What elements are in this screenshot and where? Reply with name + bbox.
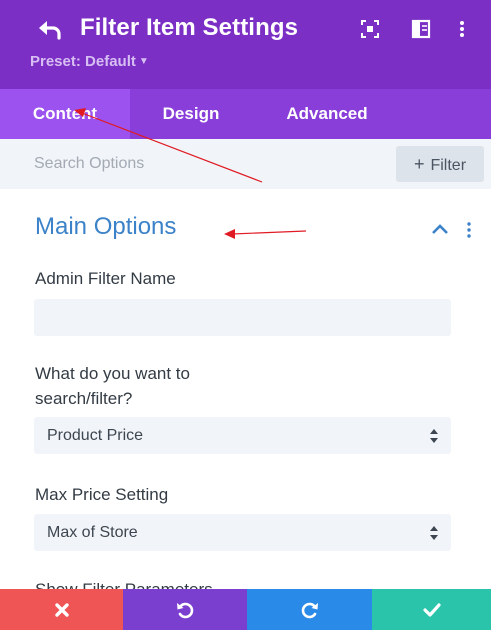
annotation-arrow <box>224 229 307 239</box>
max-price-label: Max Price Setting <box>35 485 169 504</box>
redo-button[interactable] <box>247 589 372 630</box>
redo-icon <box>301 602 318 618</box>
tab-design[interactable]: Design <box>130 89 252 139</box>
max-price-value: Max of Store <box>47 524 138 541</box>
section-more-icon[interactable] <box>467 222 471 238</box>
filter-button[interactable]: + Filter <box>396 146 484 182</box>
tab-advanced[interactable]: Advanced <box>252 89 402 139</box>
undo-button[interactable] <box>123 589 247 630</box>
admin-filter-name-label: Admin Filter Name <box>35 269 176 288</box>
search-filter-value: Product Price <box>47 427 144 444</box>
search-bar: + Filter <box>0 139 491 189</box>
search-filter-select[interactable]: Product Price <box>34 417 451 454</box>
tab-bar: Content Design Advanced <box>0 89 491 139</box>
back-arrow-icon[interactable] <box>36 16 62 42</box>
caret-down-icon: ▼ <box>138 56 149 67</box>
discard-button[interactable] <box>0 589 123 630</box>
expand-icon[interactable] <box>360 19 380 39</box>
search-filter-label-line1: What do you want to <box>35 364 190 383</box>
preset-selector[interactable]: Preset: Default ▼ <box>30 53 149 70</box>
sidebar-toggle-icon[interactable] <box>411 19 431 39</box>
action-bar <box>0 589 491 630</box>
search-input[interactable] <box>0 139 390 189</box>
search-filter-label-line2: search/filter? <box>35 389 133 408</box>
filter-button-label: Filter <box>430 157 467 174</box>
modal-header: Filter Item Settings Preset: Default ▼ <box>0 0 491 89</box>
modal-title: Filter Item Settings <box>80 14 299 41</box>
save-button[interactable] <box>372 589 491 630</box>
check-icon <box>422 602 441 617</box>
close-icon <box>54 602 69 617</box>
admin-filter-name-input[interactable] <box>34 299 451 336</box>
plus-icon: + <box>413 154 425 174</box>
chevron-up-icon[interactable] <box>431 222 449 236</box>
tab-content[interactable]: Content <box>0 89 130 139</box>
more-vertical-icon[interactable] <box>452 19 472 39</box>
section-title[interactable]: Main Options <box>35 213 176 241</box>
select-arrows-icon <box>430 429 438 443</box>
max-price-select[interactable]: Max of Store <box>34 514 451 551</box>
preset-label: Preset: Default <box>30 53 136 70</box>
select-arrows-icon <box>430 526 438 540</box>
undo-icon <box>177 602 194 618</box>
